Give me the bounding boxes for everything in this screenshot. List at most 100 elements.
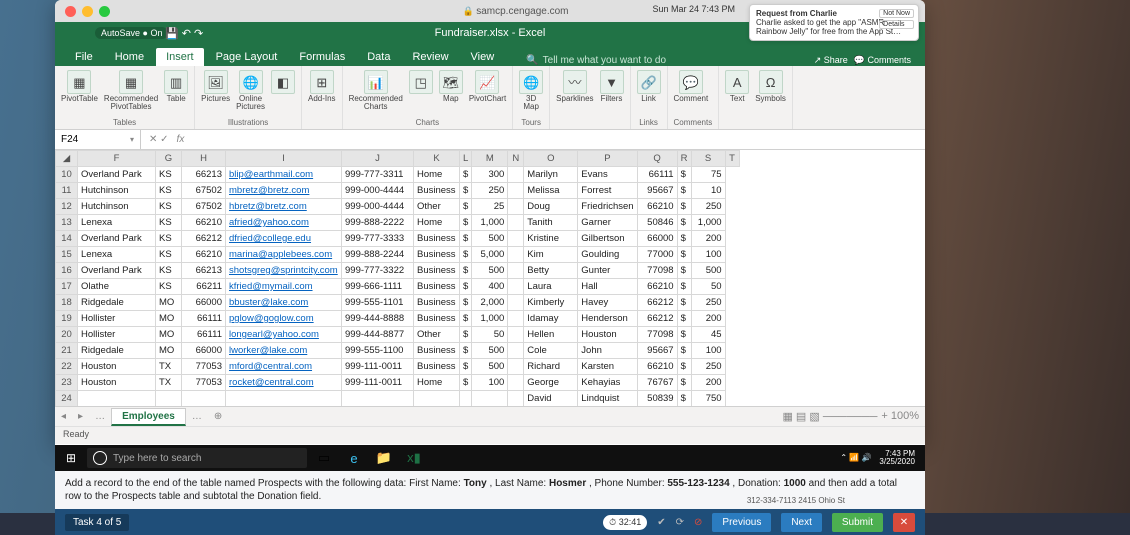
ribbon-pivottable-button[interactable]: ▦PivotTable bbox=[61, 70, 98, 103]
sheet-nav-more[interactable]: … bbox=[186, 411, 208, 422]
excel-taskbar-icon[interactable]: x▮ bbox=[401, 448, 427, 468]
ribbon-◧-button[interactable]: ◧ bbox=[271, 70, 295, 95]
table-row[interactable]: 21RidgedaleMO66000lworker@lake.com999-55… bbox=[56, 343, 740, 359]
row-header[interactable]: 19 bbox=[56, 311, 78, 327]
col-header-M[interactable]: M bbox=[472, 151, 508, 167]
table-row[interactable]: 15LenexaKS66210marina@applebees.com999-8… bbox=[56, 247, 740, 263]
ribbon-tab-home[interactable]: Home bbox=[105, 48, 154, 66]
row-header[interactable]: 21 bbox=[56, 343, 78, 359]
ribbon-recommended-button[interactable]: ▦RecommendedPivotTables bbox=[104, 70, 158, 111]
ribbon-table-button[interactable]: ▥Table bbox=[164, 70, 188, 103]
system-tray[interactable]: ⌃ 📶 🔊 7:43 PM3/25/2020 bbox=[840, 450, 921, 466]
formula-bar-buttons[interactable]: ✕ ✓ fx bbox=[141, 130, 192, 149]
sheet-nav-next[interactable]: ▸ bbox=[72, 411, 89, 422]
col-header-L[interactable]: L bbox=[460, 151, 472, 167]
col-header-H[interactable]: H bbox=[182, 151, 226, 167]
col-header-T[interactable]: T bbox=[725, 151, 739, 167]
col-header-N[interactable]: N bbox=[508, 151, 524, 167]
row-header[interactable]: 15 bbox=[56, 247, 78, 263]
table-row[interactable]: 20HollisterMO66111longearl@yahoo.com999-… bbox=[56, 327, 740, 343]
table-row[interactable]: 11HutchinsonKS67502mbretz@bretz.com999-0… bbox=[56, 183, 740, 199]
table-row[interactable]: 19HollisterMO66111pglow@goglow.com999-44… bbox=[56, 311, 740, 327]
tell-me-search[interactable]: 🔍 Tell me what you want to do bbox=[506, 55, 811, 66]
col-header-S[interactable]: S bbox=[691, 151, 725, 167]
col-header-F[interactable]: F bbox=[78, 151, 156, 167]
sam-close-button[interactable]: ✕ bbox=[893, 513, 915, 532]
ribbon-tab-view[interactable]: View bbox=[461, 48, 505, 66]
ribbon-symbols-button[interactable]: ΩSymbols bbox=[755, 70, 786, 103]
notification-not-now-button[interactable]: Not Now bbox=[879, 9, 914, 18]
email-link[interactable]: bbuster@lake.com bbox=[226, 295, 342, 311]
row-header[interactable]: 18 bbox=[56, 295, 78, 311]
ribbon-tab-file[interactable]: File bbox=[65, 48, 103, 66]
ribbon-filters-button[interactable]: ▼Filters bbox=[600, 70, 624, 103]
col-header-R[interactable]: R bbox=[677, 151, 691, 167]
table-row[interactable]: 17OlatheKS66211kfried@mymail.com999-666-… bbox=[56, 279, 740, 295]
col-header-J[interactable]: J bbox=[342, 151, 414, 167]
sam-next-button[interactable]: Next bbox=[781, 513, 822, 532]
sam-observe-icon[interactable]: ⟳ bbox=[676, 517, 684, 528]
email-link[interactable]: dfried@college.edu bbox=[226, 231, 342, 247]
email-link[interactable]: mford@central.com bbox=[226, 359, 342, 375]
row-header[interactable]: 11 bbox=[56, 183, 78, 199]
notification-details-button[interactable]: Details bbox=[879, 20, 914, 29]
ribbon-◳-button[interactable]: ◳ bbox=[409, 70, 433, 95]
ribbon-tab-review[interactable]: Review bbox=[402, 48, 458, 66]
email-link[interactable]: pglow@goglow.com bbox=[226, 311, 342, 327]
table-row[interactable]: 12HutchinsonKS67502hbretz@bretz.com999-0… bbox=[56, 199, 740, 215]
ribbon-text-button[interactable]: AText bbox=[725, 70, 749, 103]
taskbar-search[interactable]: Type here to search bbox=[87, 448, 307, 468]
ribbon-tab-page-layout[interactable]: Page Layout bbox=[206, 48, 288, 66]
tray-icons[interactable]: ⌃ 📶 🔊 bbox=[840, 454, 871, 462]
sam-previous-button[interactable]: Previous bbox=[712, 513, 771, 532]
sam-attempt-icon[interactable]: ✔ bbox=[657, 517, 665, 528]
ribbon-recommended-button[interactable]: 📊RecommendedCharts bbox=[349, 70, 403, 111]
col-header-O[interactable]: O bbox=[524, 151, 578, 167]
formula-input[interactable] bbox=[192, 130, 925, 149]
macos-notification[interactable]: Request from Charlie Charlie asked to ge… bbox=[749, 4, 919, 41]
worksheet-grid[interactable]: ◢FGHIJKLMNOPQRST10Overland ParkKS66213bl… bbox=[55, 150, 925, 406]
sheet-tab-employees[interactable]: Employees bbox=[111, 408, 186, 426]
email-link[interactable]: longearl@yahoo.com bbox=[226, 327, 342, 343]
row-header[interactable]: 22 bbox=[56, 359, 78, 375]
table-row[interactable]: 23HoustonTX77053rocket@central.com999-11… bbox=[56, 375, 740, 391]
ribbon-comment-button[interactable]: 💬Comment bbox=[674, 70, 709, 103]
view-switcher[interactable]: ▦ ▤ ▧ ─────── + 100% bbox=[776, 410, 925, 423]
email-link[interactable]: hbretz@bretz.com bbox=[226, 199, 342, 215]
table-row[interactable]: 14Overland ParkKS66212dfried@college.edu… bbox=[56, 231, 740, 247]
table-row[interactable]: 10Overland ParkKS66213blip@earthmail.com… bbox=[56, 167, 740, 183]
email-link[interactable]: afried@yahoo.com bbox=[226, 215, 342, 231]
ribbon-sparklines-button[interactable]: 〰Sparklines bbox=[556, 70, 593, 103]
email-link[interactable]: blip@earthmail.com bbox=[226, 167, 342, 183]
add-sheet-button[interactable]: ⊕ bbox=[208, 411, 228, 422]
comments-button[interactable]: 💬 Comments bbox=[854, 55, 911, 66]
email-link[interactable]: lworker@lake.com bbox=[226, 343, 342, 359]
col-header-G[interactable]: G bbox=[156, 151, 182, 167]
ribbon-pivotchart-button[interactable]: 📈PivotChart bbox=[469, 70, 506, 103]
row-header[interactable]: 10 bbox=[56, 167, 78, 183]
row-header[interactable]: 17 bbox=[56, 279, 78, 295]
row-header[interactable]: 23 bbox=[56, 375, 78, 391]
sam-practice-icon[interactable]: ⊘ bbox=[694, 517, 702, 528]
ribbon-link-button[interactable]: 🔗Link bbox=[637, 70, 661, 103]
table-row[interactable]: 13LenexaKS66210afried@yahoo.com999-888-2… bbox=[56, 215, 740, 231]
ribbon-online-button[interactable]: 🌐OnlinePictures bbox=[236, 70, 265, 111]
ribbon-map-button[interactable]: 🗺Map bbox=[439, 70, 463, 103]
email-link[interactable]: marina@applebees.com bbox=[226, 247, 342, 263]
row-header[interactable]: 14 bbox=[56, 231, 78, 247]
table-row[interactable]: 22HoustonTX77053mford@central.com999-111… bbox=[56, 359, 740, 375]
col-header-Q[interactable]: Q bbox=[637, 151, 677, 167]
share-button[interactable]: ↗ Share bbox=[814, 55, 848, 66]
table-row[interactable]: 24DavidLindquist50839$750 bbox=[56, 391, 740, 407]
email-link[interactable] bbox=[226, 391, 342, 407]
edge-icon[interactable]: e bbox=[341, 448, 367, 468]
zoom-traffic-light[interactable] bbox=[99, 6, 110, 17]
row-header[interactable]: 13 bbox=[56, 215, 78, 231]
row-header[interactable]: 24 bbox=[56, 391, 78, 407]
sam-submit-button[interactable]: Submit bbox=[832, 513, 883, 532]
close-traffic-light[interactable] bbox=[65, 6, 76, 17]
email-link[interactable]: mbretz@bretz.com bbox=[226, 183, 342, 199]
file-explorer-icon[interactable]: 📁 bbox=[371, 448, 397, 468]
email-link[interactable]: kfried@mymail.com bbox=[226, 279, 342, 295]
row-header[interactable]: 16 bbox=[56, 263, 78, 279]
